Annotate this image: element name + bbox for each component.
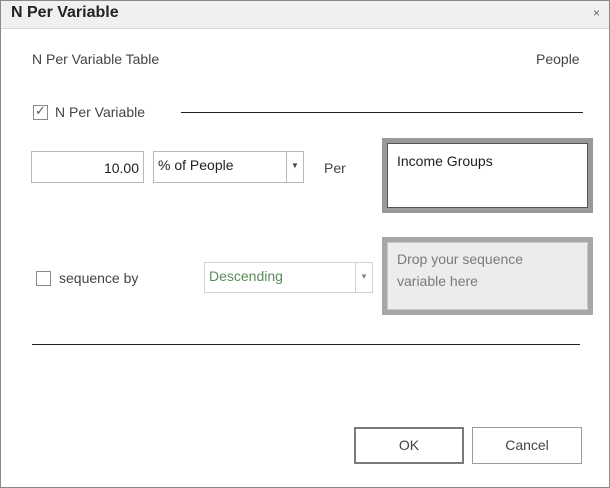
section-divider bbox=[181, 112, 583, 113]
dialog-title: N Per Variable bbox=[11, 4, 119, 21]
variable-drop-value: Income Groups bbox=[397, 153, 493, 169]
unit-dropdown-button[interactable]: ▼ bbox=[286, 152, 303, 182]
sequence-order-dropdown-button[interactable]: ▼ bbox=[355, 263, 372, 292]
unit-select-value: % of People bbox=[158, 157, 234, 173]
unit-select[interactable]: % of People ▼ bbox=[153, 151, 304, 183]
sequence-drop-placeholder-line2: variable here bbox=[397, 273, 478, 289]
sequence-order-select[interactable]: Descending ▼ bbox=[204, 262, 373, 293]
sequence-drop-zone[interactable]: Drop your sequence variable here bbox=[382, 237, 593, 315]
n-per-variable-dialog: N Per Variable × N Per Variable Table Pe… bbox=[0, 0, 610, 488]
close-icon[interactable]: × bbox=[593, 6, 600, 20]
table-label: N Per Variable Table bbox=[32, 51, 160, 67]
cancel-button[interactable]: Cancel bbox=[472, 427, 582, 464]
check-icon: ✓ bbox=[35, 103, 46, 118]
title-bar: N Per Variable × bbox=[1, 1, 609, 29]
n-value-input[interactable]: 10.00 bbox=[31, 151, 144, 183]
variable-drop-zone[interactable]: Income Groups bbox=[382, 138, 593, 213]
caret-down-icon: ▼ bbox=[291, 161, 299, 170]
population-label: People bbox=[536, 51, 580, 67]
ok-button[interactable]: OK bbox=[354, 427, 464, 464]
sequence-by-checkbox[interactable] bbox=[36, 271, 51, 286]
bottom-divider bbox=[32, 344, 580, 345]
per-label: Per bbox=[324, 160, 346, 176]
n-per-variable-checkbox[interactable]: ✓ bbox=[33, 103, 48, 120]
caret-down-icon: ▼ bbox=[360, 272, 368, 281]
n-per-variable-label: N Per Variable bbox=[55, 104, 146, 120]
sequence-drop-placeholder-line1: Drop your sequence bbox=[397, 251, 524, 267]
n-value-text: 10.00 bbox=[103, 160, 139, 176]
sequence-order-value: Descending bbox=[209, 268, 283, 284]
sequence-by-label: sequence by bbox=[59, 270, 139, 286]
